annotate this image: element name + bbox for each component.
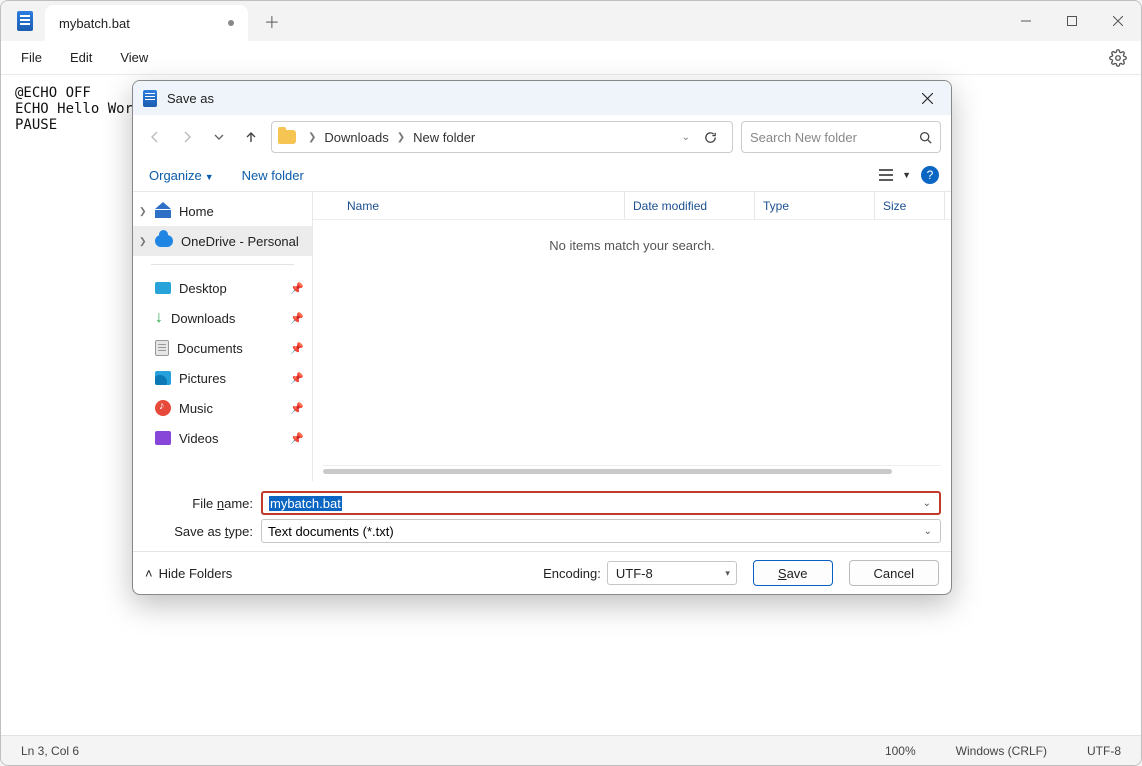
dialog-titlebar: Save as (133, 81, 951, 115)
filename-input[interactable]: mybatch.bat ⌄ (261, 491, 941, 515)
chevron-up-icon: ˄ (145, 566, 153, 581)
dialog-toolbar: Organize▼ New folder ▼ ? (133, 159, 951, 191)
col-name[interactable]: Name (319, 192, 625, 219)
unsaved-indicator-icon (228, 20, 234, 26)
view-options-button[interactable]: ▼ (878, 168, 911, 182)
document-icon (155, 340, 169, 356)
refresh-button[interactable] (694, 130, 726, 145)
menu-edit[interactable]: Edit (56, 44, 106, 71)
pin-icon[interactable]: 📌 (290, 432, 304, 445)
breadcrumb-downloads[interactable]: Downloads (324, 130, 388, 145)
sidebar-item-videos[interactable]: Videos 📌 (133, 423, 312, 453)
nav-forward-button[interactable] (175, 123, 199, 151)
filename-fields: File name: mybatch.bat ⌄ Save as type: T… (133, 481, 951, 551)
breadcrumb-newfolder[interactable]: New folder (413, 130, 475, 145)
sidebar-item-home[interactable]: ❯ Home (133, 196, 312, 226)
cloud-icon (155, 235, 173, 247)
pictures-icon (155, 371, 171, 385)
menu-view[interactable]: View (106, 44, 162, 71)
dialog-bottom-bar: ˄ Hide Folders Encoding: UTF-8 ▾ Save Ca… (133, 551, 951, 594)
search-box[interactable]: Search New folder (741, 121, 941, 153)
menu-file[interactable]: File (7, 44, 56, 71)
help-button[interactable]: ? (921, 166, 939, 184)
settings-gear-icon[interactable] (1101, 43, 1135, 73)
cursor-position: Ln 3, Col 6 (21, 744, 79, 758)
new-tab-button[interactable]: ＋ (256, 9, 288, 33)
menu-bar: File Edit View (1, 41, 1141, 75)
download-icon: ↓ (155, 312, 163, 324)
tab-title: mybatch.bat (59, 16, 130, 31)
nav-back-button[interactable] (143, 123, 167, 151)
videos-icon (155, 431, 171, 445)
col-date[interactable]: Date modified (625, 192, 755, 219)
column-headers: Name Date modified Type Size (313, 192, 951, 220)
breadcrumb[interactable]: ❯ Downloads ❯ New folder ⌄ (271, 121, 733, 153)
divider (151, 264, 294, 265)
pin-icon[interactable]: 📌 (290, 312, 304, 325)
encoding-label: Encoding: (543, 566, 601, 581)
filename-label: File name: (143, 496, 261, 511)
folder-icon (278, 130, 296, 144)
sidebar-item-desktop[interactable]: Desktop 📌 (133, 273, 312, 303)
col-size[interactable]: Size (875, 192, 945, 219)
sidebar-item-onedrive[interactable]: ❯ OneDrive - Personal (133, 226, 312, 256)
chevron-right-icon[interactable]: ❯ (139, 206, 147, 217)
save-as-dialog: Save as ❯ Downloads ❯ New folder ⌄ (132, 80, 952, 595)
chevron-down-icon[interactable]: ⌄ (923, 498, 931, 509)
pin-icon[interactable]: 📌 (290, 282, 304, 295)
file-tab[interactable]: mybatch.bat (45, 5, 248, 41)
hide-folders-toggle[interactable]: ˄ Hide Folders (145, 566, 232, 581)
horizontal-scrollbar[interactable] (323, 465, 941, 479)
save-button[interactable]: Save (753, 560, 833, 586)
save-as-type-label: Save as type: (143, 524, 261, 539)
search-icon (919, 131, 932, 144)
dialog-navbar: ❯ Downloads ❯ New folder ⌄ Search New fo… (133, 115, 951, 159)
file-list-area: Name Date modified Type Size No items ma… (313, 192, 951, 481)
sidebar-item-pictures[interactable]: Pictures 📌 (133, 363, 312, 393)
maximize-button[interactable] (1049, 1, 1095, 41)
dialog-title: Save as (167, 91, 214, 106)
filename-value: mybatch.bat (269, 496, 342, 511)
chevron-down-icon[interactable]: ⌄ (682, 132, 690, 143)
pin-icon[interactable]: 📌 (290, 402, 304, 415)
notepad-icon (143, 90, 157, 107)
file-encoding[interactable]: UTF-8 (1087, 744, 1121, 758)
new-folder-button[interactable]: New folder (238, 165, 308, 186)
encoding-select[interactable]: UTF-8 ▾ (607, 561, 737, 585)
music-icon (155, 400, 171, 416)
chevron-down-icon[interactable]: ⌄ (924, 526, 932, 537)
chevron-right-icon[interactable]: ❯ (397, 132, 405, 143)
save-as-type-value: Text documents (*.txt) (268, 524, 394, 539)
line-ending[interactable]: Windows (CRLF) (956, 744, 1047, 758)
app-icon (17, 11, 33, 31)
empty-message: No items match your search. (313, 220, 951, 465)
cancel-button[interactable]: Cancel (849, 560, 939, 586)
col-type[interactable]: Type (755, 192, 875, 219)
pin-icon[interactable]: 📌 (290, 342, 304, 355)
save-as-type-select[interactable]: Text documents (*.txt) ⌄ (261, 519, 941, 543)
pin-icon[interactable]: 📌 (290, 372, 304, 385)
chevron-right-icon[interactable]: ❯ (139, 236, 147, 247)
home-icon (155, 204, 171, 218)
desktop-icon (155, 282, 171, 294)
recent-locations-button[interactable] (207, 123, 231, 151)
dialog-close-button[interactable] (913, 86, 941, 110)
chevron-right-icon[interactable]: ❯ (308, 132, 316, 143)
search-placeholder: Search New folder (750, 130, 857, 145)
sidebar-item-downloads[interactable]: ↓ Downloads 📌 (133, 303, 312, 333)
close-window-button[interactable] (1095, 1, 1141, 41)
organize-menu[interactable]: Organize▼ (145, 165, 218, 186)
zoom-level[interactable]: 100% (885, 744, 916, 758)
sidebar-item-documents[interactable]: Documents 📌 (133, 333, 312, 363)
minimize-button[interactable] (1003, 1, 1049, 41)
nav-up-button[interactable] (239, 123, 263, 151)
title-bar: mybatch.bat ＋ (1, 1, 1141, 41)
status-bar: Ln 3, Col 6 100% Windows (CRLF) UTF-8 (1, 735, 1141, 765)
chevron-down-icon: ▾ (725, 568, 730, 579)
navigation-sidebar: ❯ Home ❯ OneDrive - Personal Desktop 📌 ↓… (133, 192, 313, 481)
sidebar-item-music[interactable]: Music 📌 (133, 393, 312, 423)
